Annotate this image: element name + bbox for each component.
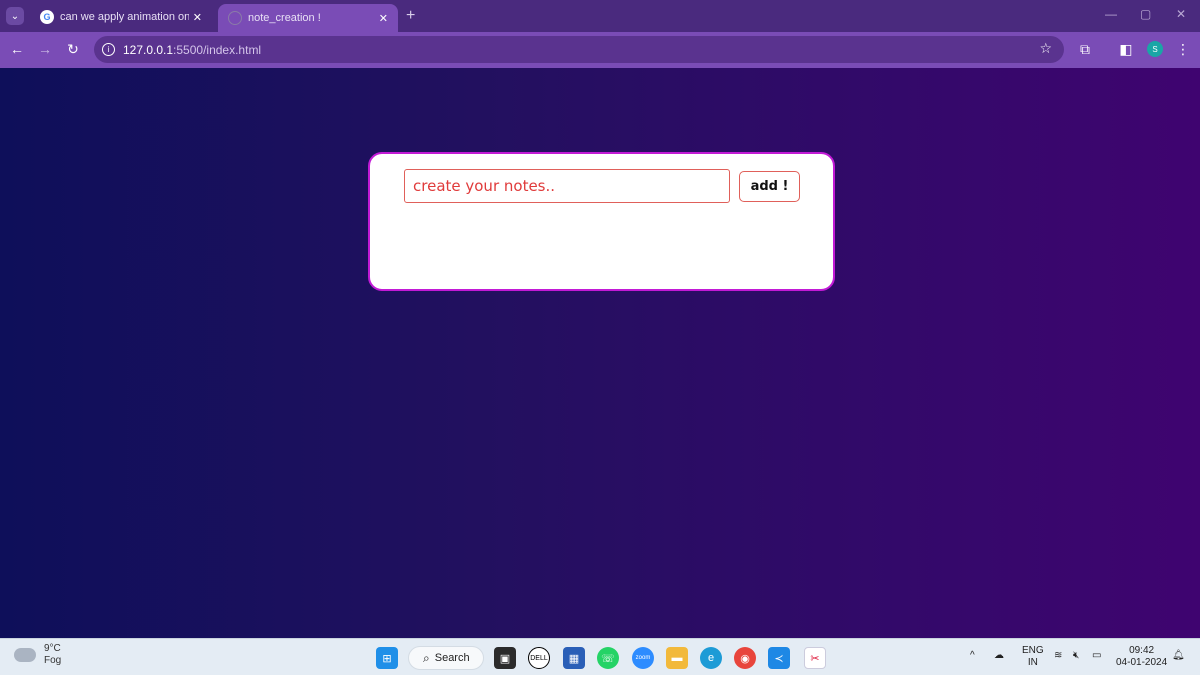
browser-tab-bar: ⌄ G can we apply animation on scro ✕ not…	[0, 0, 1200, 32]
dell-icon[interactable]: DELL	[528, 647, 550, 669]
taskbar: 9°C Fog ⊞ ⌕ Search ▣ DELL ▦ ☏ zoom ▬ e ◉…	[0, 638, 1200, 675]
weather-desc: Fog	[44, 655, 62, 666]
address-bar[interactable]: i 127.0.0.1:5500/index.html ☆	[94, 36, 1064, 63]
speaker-muted-icon[interactable]: 🔇︎	[1073, 650, 1079, 662]
forward-arrow-icon[interactable]: →	[36, 41, 54, 57]
whatsapp-icon[interactable]: ☏	[597, 647, 619, 669]
edge-icon[interactable]: e	[700, 647, 722, 669]
windows-start-icon[interactable]: ⊞	[376, 647, 398, 669]
google-g-icon: G	[40, 10, 54, 24]
bookmark-star-icon[interactable]: ☆	[1039, 40, 1052, 57]
restore-icon[interactable]: ▢	[1140, 7, 1151, 21]
weather-temp: 9°C	[44, 643, 61, 654]
new-tab-button[interactable]: +	[406, 7, 415, 25]
tab-title: can we apply animation on scro	[60, 11, 189, 23]
task-view-icon[interactable]: ▣	[494, 647, 516, 669]
onedrive-cloud-icon[interactable]: ☁	[994, 650, 1004, 662]
store-icon[interactable]: ▦	[563, 647, 585, 669]
avatar[interactable]: S	[1147, 41, 1163, 57]
site-info-icon[interactable]: i	[102, 43, 115, 56]
close-icon[interactable]: ✕	[193, 11, 202, 24]
language-indicator[interactable]: ENG IN	[1022, 645, 1044, 669]
note-card: add !	[368, 152, 835, 291]
extensions-icon[interactable]: ⧉	[1076, 41, 1094, 58]
search-icon: ⌕	[423, 650, 430, 665]
weather-widget[interactable]: 9°C Fog	[14, 643, 61, 667]
tab-search-button[interactable]: ⌄	[6, 7, 24, 25]
close-icon[interactable]: ✕	[379, 12, 388, 25]
tab-inactive[interactable]: G can we apply animation on scro ✕	[30, 4, 212, 30]
chevron-up-icon[interactable]: ^	[970, 650, 975, 662]
url-text: 127.0.0.1:5500/index.html	[123, 42, 262, 57]
snipping-tool-icon[interactable]: ✂	[804, 647, 826, 669]
minimize-icon[interactable]: —	[1105, 7, 1117, 21]
vscode-icon[interactable]: ≺	[768, 647, 790, 669]
tab-active[interactable]: note_creation ! ✕	[218, 4, 398, 32]
battery-icon[interactable]: ▭	[1092, 650, 1101, 662]
chrome-icon[interactable]: ◉	[734, 647, 756, 669]
page-viewport: add !	[0, 68, 1200, 638]
notification-bell-icon[interactable]: 🔔︎	[1172, 650, 1185, 662]
tab-title: note_creation !	[248, 12, 321, 24]
wifi-icon[interactable]: ≋	[1054, 650, 1062, 662]
browser-toolbar: ← → ↻ i 127.0.0.1:5500/index.html ☆ ⧉ ◧ …	[0, 32, 1200, 68]
back-arrow-icon[interactable]: ←	[8, 41, 26, 57]
globe-icon	[228, 11, 242, 25]
reload-icon[interactable]: ↻	[64, 41, 82, 58]
close-window-icon[interactable]: ✕	[1176, 7, 1186, 21]
clock[interactable]: 09:42 04-01-2024	[1116, 645, 1167, 669]
menu-kebab-icon[interactable]: ⋮	[1174, 41, 1192, 58]
side-panel-icon[interactable]: ◧	[1117, 41, 1135, 58]
fog-cloud-icon	[14, 648, 36, 662]
zoom-icon[interactable]: zoom	[632, 647, 654, 669]
note-input[interactable]	[404, 169, 730, 203]
add-button[interactable]: add !	[739, 171, 800, 202]
file-explorer-icon[interactable]: ▬	[666, 647, 688, 669]
taskbar-search[interactable]: ⌕ Search	[408, 646, 484, 670]
